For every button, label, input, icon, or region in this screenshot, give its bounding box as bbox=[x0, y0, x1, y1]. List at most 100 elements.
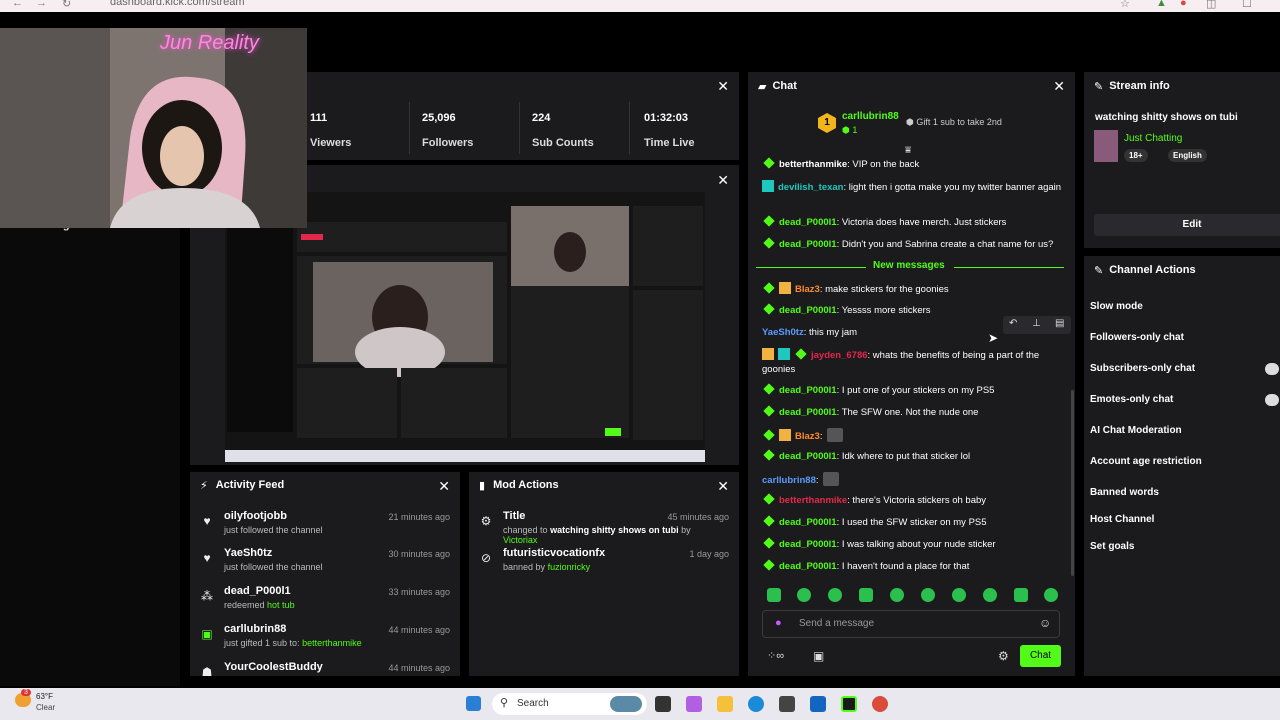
address-bar[interactable]: dashboard.kick.com/stream bbox=[110, 0, 245, 8]
shield-icon: ▮ bbox=[479, 479, 486, 492]
forward-icon[interactable]: → bbox=[36, 0, 47, 9]
kick-app-icon[interactable] bbox=[841, 696, 857, 712]
back-icon[interactable]: ← bbox=[12, 0, 23, 9]
emotes-only-switch[interactable] bbox=[1265, 394, 1279, 406]
stream-preview-video[interactable] bbox=[225, 192, 705, 462]
copilot-icon[interactable] bbox=[686, 696, 702, 712]
subscriber-badge-icon bbox=[763, 559, 775, 571]
category-thumbnail bbox=[1094, 130, 1118, 162]
stats-panel: ✕ 111 Viewers 25,096 Followers 224 Sub Coun… bbox=[307, 72, 739, 160]
wrench-icon: ✎ bbox=[1094, 80, 1104, 93]
gift-sub-prompt[interactable]: ⬢ Gift 1 sub to take 2nd bbox=[906, 117, 1002, 128]
close-icon[interactable]: ✕ bbox=[717, 78, 729, 95]
emote-icon[interactable] bbox=[828, 588, 842, 602]
subscribers-only-toggle[interactable]: Subscribers-only chat bbox=[1090, 363, 1195, 374]
chat-message: dead_P000l1: I was talking about your nu… bbox=[762, 537, 1067, 552]
banned-words-item[interactable]: Banned words bbox=[1090, 487, 1159, 498]
ai-moderation-item[interactable]: AI Chat Moderation bbox=[1090, 425, 1182, 436]
send-chat-button[interactable]: Chat bbox=[1020, 645, 1061, 667]
activity-item: ♥ oilyfootjobb just followed the channel… bbox=[190, 510, 460, 548]
outlook-icon[interactable] bbox=[810, 696, 826, 712]
emote-image bbox=[823, 472, 840, 486]
store-icon[interactable] bbox=[779, 696, 795, 712]
subscriber-badge-icon bbox=[763, 429, 775, 441]
file-explorer-icon[interactable] bbox=[717, 696, 733, 712]
followers-only-toggle[interactable]: Followers-only chat bbox=[1090, 332, 1184, 343]
reply-icon[interactable]: ↶ bbox=[1009, 318, 1017, 329]
emote-icon[interactable] bbox=[797, 588, 811, 602]
stat-sub-counts: 224 Sub Counts bbox=[532, 112, 594, 149]
activity-item: ♥ YaeSh0tz just followed the channel 30 … bbox=[190, 547, 460, 585]
edge-icon[interactable] bbox=[748, 696, 764, 712]
activity-feed-panel: ⚡ Activity Feed ✕ ♥ oilyfootjobb just fo… bbox=[190, 472, 460, 676]
emote-icon[interactable] bbox=[1044, 588, 1058, 602]
pin-icon[interactable]: ⊥ bbox=[1032, 318, 1041, 329]
subscriber-badge-icon bbox=[763, 237, 775, 249]
microphone-icon[interactable]: ● bbox=[775, 617, 782, 629]
chat-message: dead_P000l1: I haven't found a place for… bbox=[762, 559, 1067, 574]
emote-icon[interactable] bbox=[859, 588, 873, 602]
edit-stream-info-button[interactable]: Edit bbox=[1094, 214, 1280, 236]
emote-icon[interactable] bbox=[921, 588, 935, 602]
top-gifter-name[interactable]: carllubrin88 bbox=[842, 111, 899, 122]
stream-info-panel: ✎ Stream info watching shitty shows on t… bbox=[1084, 72, 1280, 248]
chat-message: Blaz3: make stickers for the goonies bbox=[762, 282, 1067, 297]
emote-icon[interactable] bbox=[1014, 588, 1028, 602]
mod-actions-header: ▮ Mod Actions bbox=[469, 472, 739, 498]
chat-scrollbar[interactable] bbox=[1071, 390, 1074, 576]
emote-icon[interactable] bbox=[983, 588, 997, 602]
emote-image bbox=[827, 428, 844, 442]
slow-mode-toggle[interactable]: Slow mode bbox=[1090, 301, 1143, 312]
heart-icon: ♥ bbox=[203, 514, 211, 528]
task-view-icon[interactable] bbox=[655, 696, 671, 712]
account-age-item[interactable]: Account age restriction bbox=[1090, 456, 1202, 467]
subscriber-badge-icon bbox=[763, 383, 775, 395]
drive-icon[interactable]: ▲ bbox=[1156, 0, 1167, 9]
emote-icon[interactable] bbox=[767, 588, 781, 602]
close-icon[interactable]: ✕ bbox=[717, 172, 729, 189]
close-icon[interactable]: ✕ bbox=[1053, 78, 1065, 95]
chat-message: jayden_6786: whats the benefits of being… bbox=[762, 348, 1040, 375]
chat-input[interactable]: ● Send a message ☺ bbox=[762, 610, 1060, 638]
wrench-icon: ✎ bbox=[1094, 264, 1104, 277]
heart-icon: ♥ bbox=[203, 551, 211, 565]
webcam-image bbox=[0, 28, 307, 228]
chat-header: ▰ Chat bbox=[748, 72, 1075, 100]
delete-icon[interactable]: ▤ bbox=[1055, 318, 1064, 329]
chat-message: dead_P000l1: Didn't you and Sabrina crea… bbox=[762, 237, 1067, 252]
activity-item: ☗ YourCoolestBuddy 44 minutes ago bbox=[190, 661, 460, 676]
emote-icon[interactable] bbox=[890, 588, 904, 602]
subscribers-only-switch[interactable] bbox=[1265, 363, 1279, 375]
chat-message: dead_P000l1: I used the SFW sticker on m… bbox=[762, 515, 1067, 530]
subscriber-badge-icon bbox=[763, 405, 775, 417]
gift-icon: ▣ bbox=[201, 627, 213, 641]
taskbar-search[interactable]: ⚲ Search bbox=[492, 693, 647, 715]
activity-item: ⁂ dead_P000l1 redeemed hot tub 33 minute… bbox=[201, 585, 450, 610]
emotes-only-toggle[interactable]: Emotes-only chat bbox=[1090, 394, 1173, 405]
chrome-icon[interactable] bbox=[872, 696, 888, 712]
gear-icon[interactable]: ⚙ bbox=[998, 649, 1009, 663]
settings-icon: ⚙ bbox=[480, 514, 492, 528]
category-link[interactable]: Just Chatting bbox=[1124, 133, 1182, 144]
weather-desc: Clear bbox=[36, 703, 56, 712]
close-icon[interactable]: ✕ bbox=[717, 478, 729, 495]
browser-toolbar: ← → ↻ dashboard.kick.com/stream ☆ ▲ ● ◫ … bbox=[0, 0, 1280, 12]
tag-badge: 18+ bbox=[1124, 149, 1148, 162]
emote-icon[interactable] bbox=[952, 588, 966, 602]
chat-settings-dots-icon[interactable]: ⁘∞ bbox=[767, 649, 784, 662]
windows-start-icon[interactable] bbox=[466, 696, 481, 711]
pin-collapse-icon[interactable]: ⩸ bbox=[905, 145, 911, 156]
gift-icon[interactable]: ▣ bbox=[813, 649, 824, 663]
host-channel-item[interactable]: Host Channel bbox=[1090, 514, 1154, 525]
profile-icon[interactable]: ☐ bbox=[1242, 0, 1252, 10]
close-icon[interactable]: ✕ bbox=[438, 478, 450, 495]
reload-icon[interactable]: ↻ bbox=[62, 0, 71, 10]
panel-title: Chat bbox=[772, 80, 797, 92]
extensions-icon[interactable]: ◫ bbox=[1206, 0, 1216, 10]
chrome-extension-icon[interactable]: ● bbox=[1180, 0, 1187, 9]
bookmark-star-icon[interactable]: ☆ bbox=[1120, 0, 1130, 10]
set-goals-item[interactable]: Set goals bbox=[1090, 541, 1134, 552]
emoji-icon[interactable]: ☺ bbox=[1039, 616, 1051, 630]
tag-badge: English bbox=[1168, 149, 1207, 162]
chat-message: dead_P000l1: Idk where to put that stick… bbox=[762, 449, 1067, 464]
